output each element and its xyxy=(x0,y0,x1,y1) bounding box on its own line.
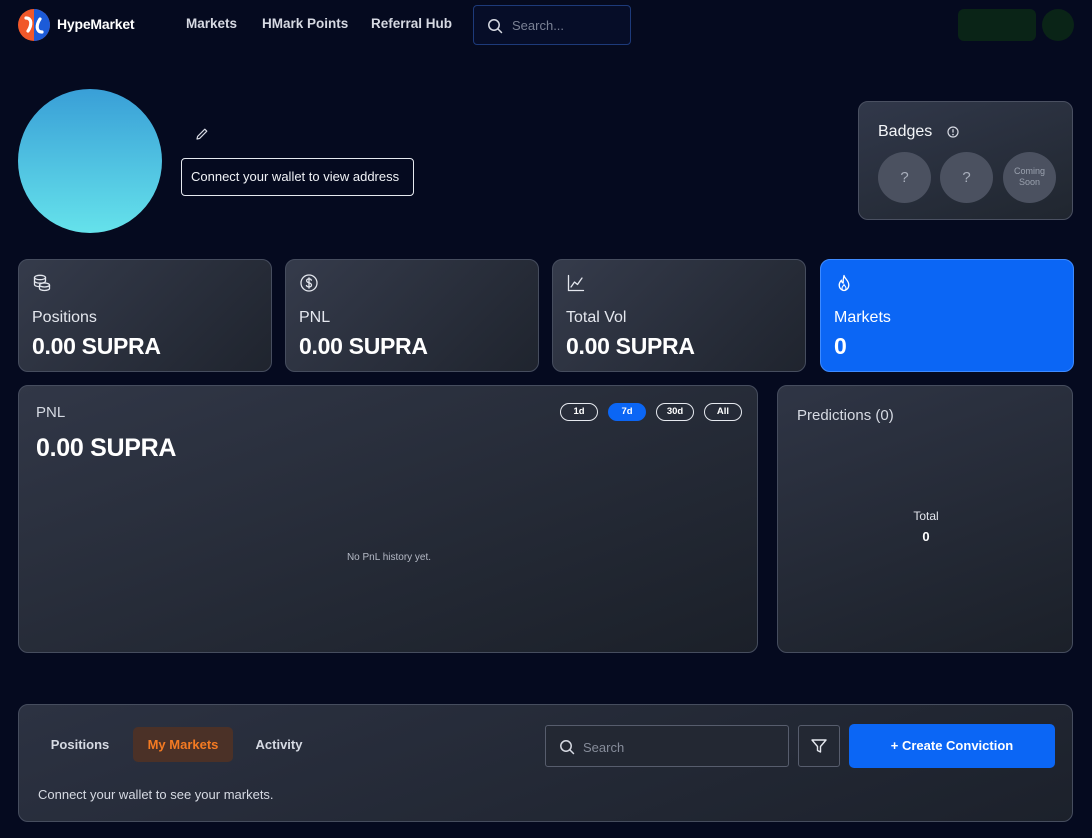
predictions-title: Predictions (0) xyxy=(797,407,894,424)
stat-label: Positions xyxy=(32,309,97,326)
markets-search-input[interactable] xyxy=(583,737,773,757)
nav-link-hmark-points[interactable]: HMark Points xyxy=(262,16,348,31)
create-conviction-button[interactable]: + Create Conviction xyxy=(849,724,1055,768)
markets-empty-message: Connect your wallet to see your markets. xyxy=(38,787,274,802)
badge-slot-1[interactable]: ? xyxy=(878,152,931,203)
pnl-chart-panel: PNL 0.00 SUPRA 1d 7d 30d All No PnL hist… xyxy=(18,385,758,653)
dollar-circle-icon xyxy=(300,274,318,292)
range-button-30d[interactable]: 30d xyxy=(656,403,694,421)
stat-label: Total Vol xyxy=(566,309,627,326)
badge-slot-2[interactable]: ? xyxy=(940,152,993,203)
badges-title: Badges xyxy=(878,123,933,140)
range-button-all[interactable]: All xyxy=(704,403,742,421)
search-icon xyxy=(488,19,503,34)
info-icon[interactable] xyxy=(947,126,959,138)
tab-positions[interactable]: Positions xyxy=(38,727,122,762)
pnl-empty-message: No PnL history yet. xyxy=(346,552,432,563)
coins-icon xyxy=(33,274,51,292)
tab-activity[interactable]: Activity xyxy=(243,727,315,762)
line-chart-icon xyxy=(567,274,585,292)
filter-button[interactable] xyxy=(798,725,840,767)
filter-icon xyxy=(811,739,827,753)
top-nav: HypeMarket Markets HMark Points Referral… xyxy=(0,0,1092,50)
nav-search-input[interactable] xyxy=(512,15,622,35)
markets-search[interactable] xyxy=(545,725,789,767)
connect-wallet-button[interactable] xyxy=(958,9,1036,41)
markets-panel: Positions My Markets Activity + Create C… xyxy=(18,704,1073,822)
stat-value: 0.00 SUPRA xyxy=(299,333,428,359)
stat-value: 0 xyxy=(834,333,847,359)
stat-label: PNL xyxy=(299,309,331,326)
range-button-1d[interactable]: 1d xyxy=(560,403,598,421)
profile-avatar xyxy=(18,89,162,233)
search-icon xyxy=(560,740,575,755)
stat-value: 0.00 SUPRA xyxy=(566,333,695,359)
hypemarket-logo-icon[interactable] xyxy=(18,9,50,41)
nav-search[interactable] xyxy=(473,5,631,45)
badges-card: Badges ? ? Coming Soon xyxy=(858,101,1073,220)
stat-card-pnl: PNL 0.00 SUPRA xyxy=(285,259,539,372)
user-avatar[interactable] xyxy=(1042,9,1074,41)
nav-link-markets[interactable]: Markets xyxy=(186,16,237,31)
wallet-address-box: Connect your wallet to view address xyxy=(181,158,414,196)
badge-coming-soon: Coming Soon xyxy=(1003,152,1056,203)
stat-value: 0.00 SUPRA xyxy=(32,333,161,359)
pencil-icon[interactable] xyxy=(195,127,209,141)
flame-icon xyxy=(838,274,850,292)
range-button-7d[interactable]: 7d xyxy=(608,403,646,421)
pnl-title: PNL xyxy=(36,404,66,421)
stat-card-positions: Positions 0.00 SUPRA xyxy=(18,259,272,372)
brand-name[interactable]: HypeMarket xyxy=(57,16,135,32)
predictions-total-value: 0 xyxy=(922,529,930,544)
stat-card-total-vol: Total Vol 0.00 SUPRA xyxy=(552,259,806,372)
stat-card-markets: Markets 0 xyxy=(820,259,1074,372)
pnl-value: 0.00 SUPRA xyxy=(36,434,177,462)
predictions-total-label: Total xyxy=(913,509,939,523)
tab-my-markets[interactable]: My Markets xyxy=(133,727,233,762)
stat-label: Markets xyxy=(834,309,891,326)
predictions-panel: Predictions (0) Total 0 xyxy=(777,385,1073,653)
nav-link-referral-hub[interactable]: Referral Hub xyxy=(371,16,452,31)
